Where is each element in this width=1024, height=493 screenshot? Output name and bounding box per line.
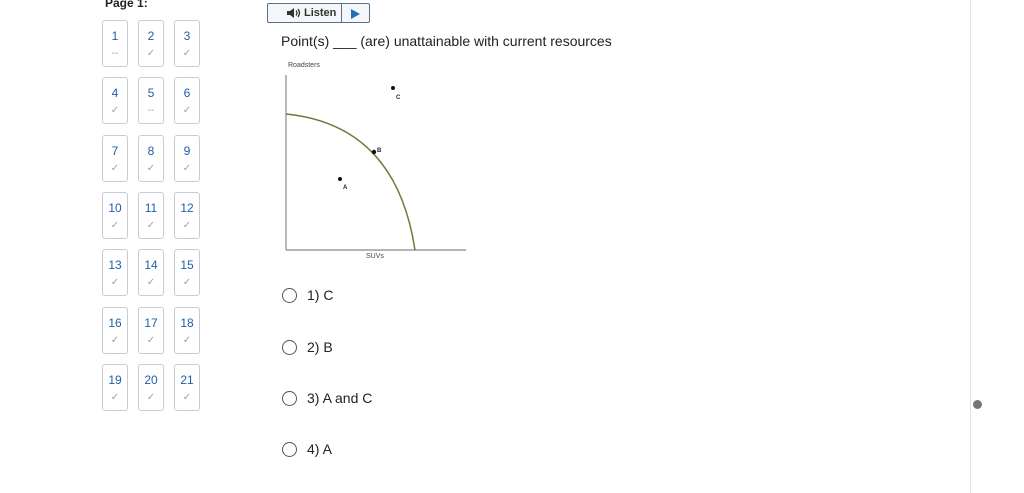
question-nav-16[interactable]: 16 ✓	[102, 306, 128, 354]
question-status: ✓	[110, 277, 120, 289]
question-number: 5	[147, 86, 155, 101]
question-status: ✓	[110, 334, 120, 346]
question-nav-21[interactable]: 21 ✓	[174, 363, 200, 411]
question-number: 1	[111, 29, 119, 43]
point-c	[391, 86, 395, 90]
listen-label: Listen	[304, 7, 337, 19]
play-icon[interactable]	[348, 7, 362, 19]
radio-button[interactable]	[282, 287, 297, 303]
question-status: ✓	[182, 162, 192, 174]
point-a-label: A	[343, 185, 348, 191]
question-number: 12	[180, 200, 194, 215]
question-nav-5[interactable]: 5 --	[138, 77, 164, 125]
question-status: ✓	[182, 391, 192, 403]
question-status: ✓	[146, 391, 156, 403]
question-number: 13	[108, 258, 122, 273]
scroll-indicator[interactable]	[973, 400, 982, 409]
question-status: ✓	[110, 219, 120, 231]
question-navigator: 1 -- 2 ✓ 3 ✓ 4 ✓ 5 -- 6 ✓ 7 ✓ 8 ✓ 9 ✓ 10 ✓ 11 ✓ 12 ✓ 13 ✓ 14 ✓ 15 ✓ 16…	[102, 20, 212, 420]
question-status: ✓	[182, 219, 192, 231]
question-number: 2	[147, 29, 155, 43]
panel-divider	[970, 0, 971, 493]
question-nav-7[interactable]: 7 ✓	[102, 134, 128, 182]
question-status: --	[147, 105, 155, 117]
option-2[interactable]: 2) B	[282, 339, 333, 355]
question-nav-15[interactable]: 15 ✓	[174, 249, 200, 297]
question-number: 8	[147, 143, 155, 158]
option-3[interactable]: 3) A and C	[282, 390, 372, 406]
question-status: ✓	[182, 105, 192, 117]
question-status: ✓	[110, 105, 120, 117]
question-nav-2[interactable]: 2 ✓	[138, 20, 164, 67]
option-label: 2) B	[307, 339, 333, 355]
question-nav-11[interactable]: 11 ✓	[138, 191, 164, 239]
question-nav-4[interactable]: 4 ✓	[102, 77, 128, 125]
question-status: ✓	[146, 162, 156, 174]
question-status: ✓	[110, 162, 120, 174]
radio-button[interactable]	[282, 441, 297, 457]
question-status: --	[111, 48, 119, 59]
radio-button[interactable]	[282, 339, 297, 355]
question-status: ✓	[182, 48, 192, 59]
question-status: ✓	[146, 277, 156, 289]
listen-divider	[341, 4, 342, 22]
question-nav-6[interactable]: 6 ✓	[174, 77, 200, 125]
option-label: 4) A	[307, 441, 332, 457]
question-status: ✓	[110, 391, 120, 403]
question-number: 15	[180, 258, 194, 273]
question-number: 17	[144, 315, 158, 330]
question-status: ✓	[182, 277, 192, 289]
page-label: Page 1:	[105, 0, 148, 10]
option-label: 1) C	[307, 287, 334, 303]
question-number: 7	[111, 143, 119, 158]
question-number: 21	[180, 372, 194, 387]
question-number: 3	[183, 29, 191, 43]
question-nav-8[interactable]: 8 ✓	[138, 134, 164, 182]
question-status: ✓	[182, 334, 192, 346]
question-status: ✓	[146, 48, 156, 59]
point-a	[338, 177, 342, 181]
question-nav-3[interactable]: 3 ✓	[174, 20, 200, 67]
question-number: 19	[108, 372, 122, 387]
question-status: ✓	[146, 334, 156, 346]
question-number: 16	[108, 315, 122, 330]
question-nav-1[interactable]: 1 --	[102, 20, 128, 67]
point-c-label: C	[396, 95, 401, 101]
question-nav-17[interactable]: 17 ✓	[138, 306, 164, 354]
question-number: 4	[111, 86, 119, 101]
listen-button[interactable]: Listen	[267, 3, 370, 23]
question-number: 18	[180, 315, 194, 330]
question-number: 14	[144, 258, 158, 273]
ppf-graph: Roadsters SUVs A B C	[285, 62, 466, 260]
question-nav-13[interactable]: 13 ✓	[102, 249, 128, 297]
option-4[interactable]: 4) A	[282, 441, 332, 457]
question-nav-9[interactable]: 9 ✓	[174, 134, 200, 182]
point-b-label: B	[377, 148, 382, 154]
question-number: 6	[183, 86, 191, 101]
question-nav-12[interactable]: 12 ✓	[174, 191, 200, 239]
question-text: Point(s) ___ (are) unattainable with cur…	[281, 33, 612, 49]
x-axis-label: SUVs	[366, 253, 384, 260]
question-nav-10[interactable]: 10 ✓	[102, 191, 128, 239]
question-status: ✓	[146, 219, 156, 231]
point-b	[371, 149, 377, 155]
question-number: 10	[108, 200, 122, 215]
ppf-curve	[285, 113, 416, 251]
option-1[interactable]: 1) C	[282, 287, 333, 303]
question-nav-20[interactable]: 20 ✓	[138, 363, 164, 411]
question-nav-19[interactable]: 19 ✓	[102, 363, 128, 411]
question-number: 9	[183, 143, 191, 158]
speaker-icon	[286, 6, 302, 20]
question-nav-14[interactable]: 14 ✓	[138, 249, 164, 297]
option-label: 3) A and C	[307, 390, 373, 406]
y-axis-label: Roadsters	[288, 62, 320, 69]
question-number: 20	[144, 372, 158, 387]
question-nav-18[interactable]: 18 ✓	[174, 306, 200, 354]
radio-button[interactable]	[282, 390, 297, 406]
question-number: 11	[144, 200, 158, 215]
